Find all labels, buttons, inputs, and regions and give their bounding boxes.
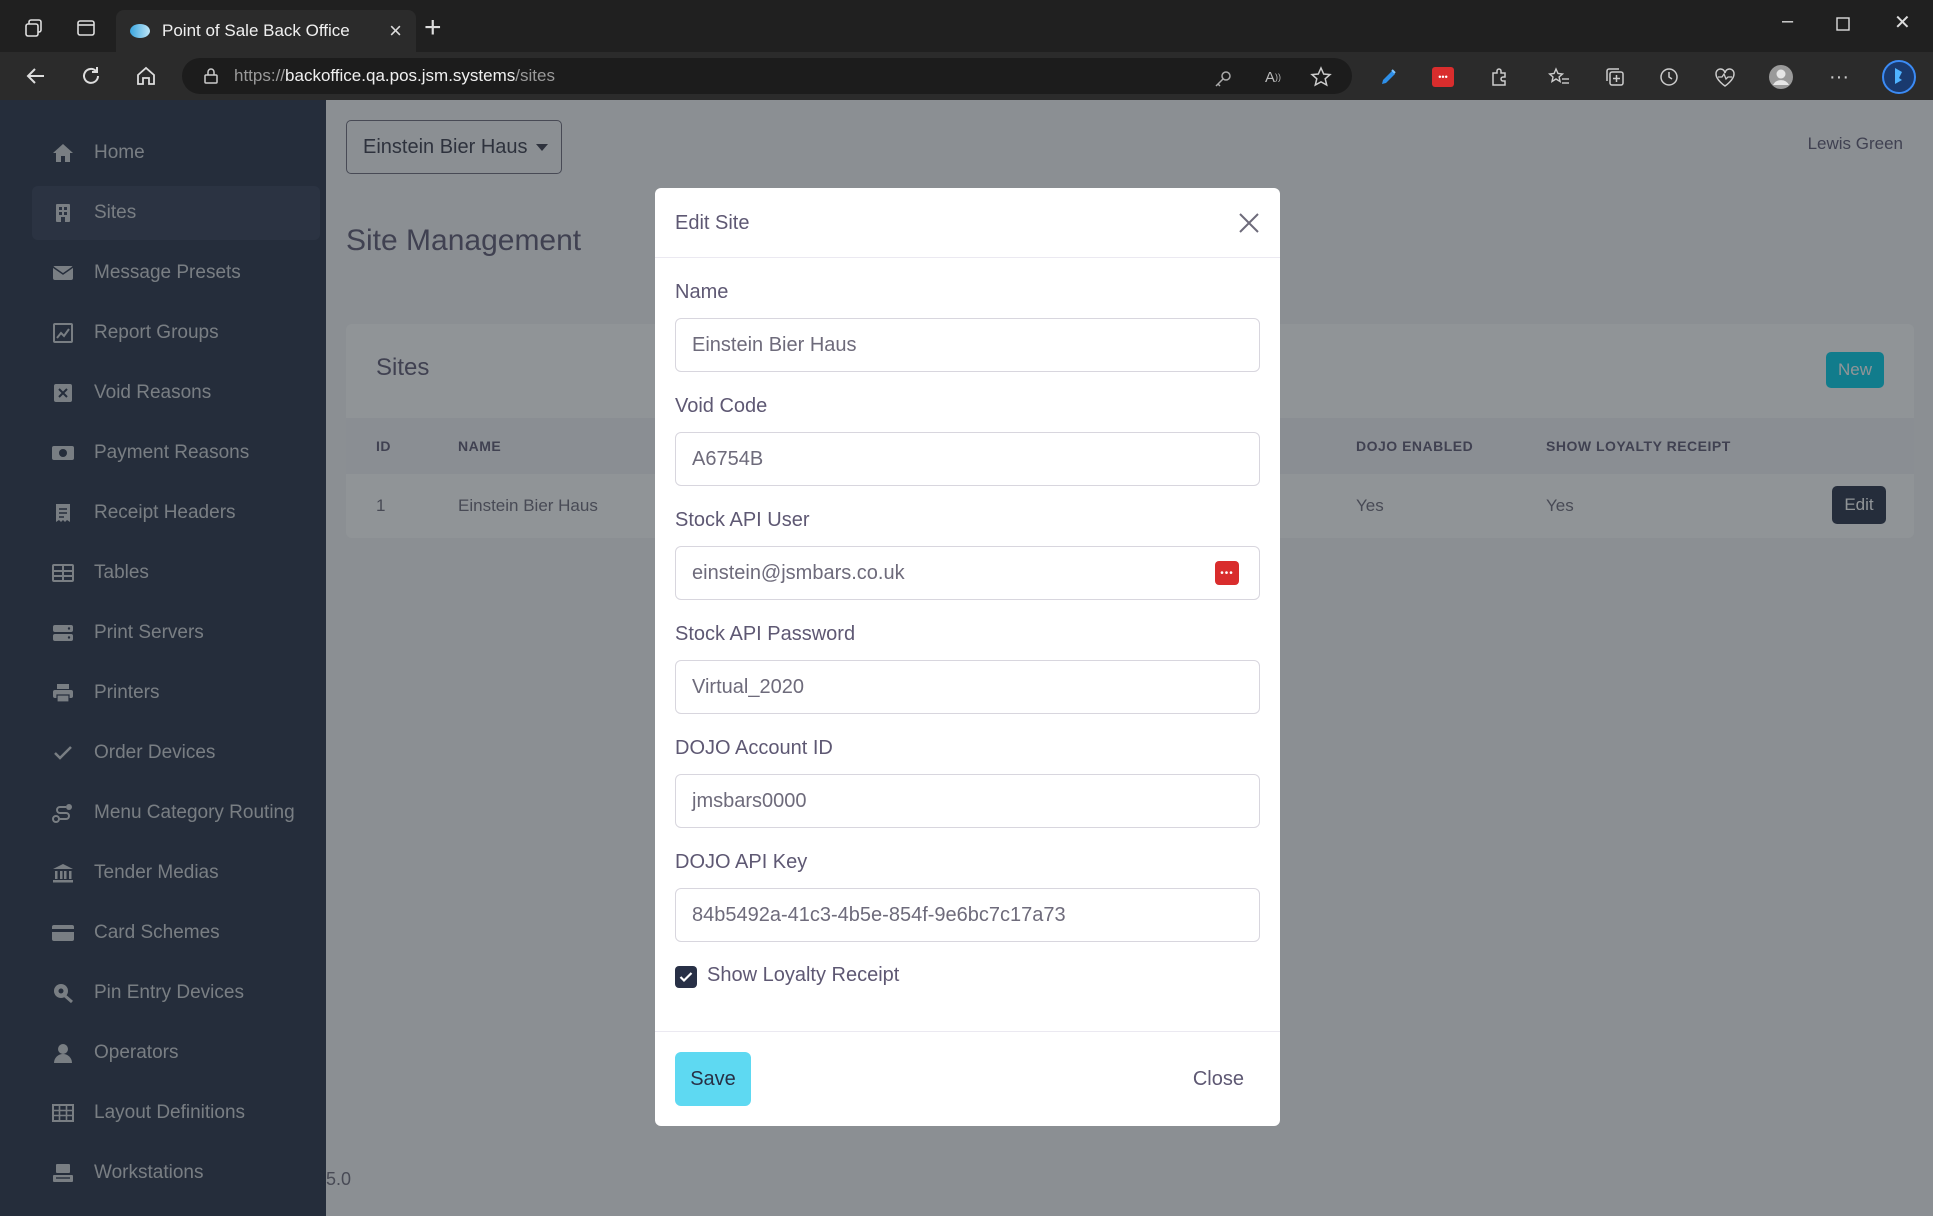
url-path: /sites (515, 66, 555, 85)
favicon-icon (130, 24, 150, 38)
close-tab-icon[interactable]: × (389, 18, 402, 44)
edit-site-modal: Edit Site Name Einstein Bier Haus Void C… (655, 188, 1280, 1126)
performance-icon[interactable] (1712, 64, 1738, 90)
url-host: backoffice.qa.pos.jsm.systems (285, 66, 516, 85)
show-loyalty-receipt-label[interactable]: Show Loyalty Receipt (707, 964, 899, 987)
password-manager-icon[interactable]: ••• (1430, 64, 1456, 90)
stock-api-user-label: Stock API User (675, 509, 810, 531)
close-icon[interactable] (1236, 210, 1262, 236)
stock-api-user-field[interactable]: einstein@jsmbars.co.uk ••• (675, 546, 1260, 600)
window-close-icon[interactable]: ✕ (1894, 10, 1911, 35)
read-aloud-icon[interactable]: A)) (1260, 64, 1286, 90)
save-button[interactable]: Save (675, 1052, 751, 1106)
dojo-api-key-label: DOJO API Key (675, 851, 808, 873)
void-code-label: Void Code (675, 395, 768, 417)
profile-avatar-icon[interactable] (1768, 64, 1794, 90)
checkmark-icon (679, 972, 693, 983)
modal-footer: Save Close (655, 1031, 1280, 1126)
home-browser-icon[interactable] (132, 62, 160, 90)
dojo-api-key-field[interactable]: 84b5492a-41c3-4b5e-854f-9e6bc7c17a73 (675, 888, 1260, 942)
url-scheme: https:// (234, 66, 286, 85)
name-field[interactable]: Einstein Bier Haus (675, 318, 1260, 372)
favorite-star-icon[interactable] (1308, 64, 1334, 90)
tab-title: Point of Sale Back Office (162, 21, 350, 40)
modal-header: Edit Site (655, 188, 1280, 258)
show-loyalty-receipt-checkbox[interactable] (675, 966, 697, 988)
refresh-icon[interactable] (77, 62, 105, 90)
minimize-icon[interactable]: – (1782, 10, 1793, 33)
browser-tab[interactable]: Point of Sale Back Office × (116, 10, 416, 52)
stock-api-password-field[interactable]: Virtual_2020 (675, 660, 1260, 714)
tab-actions-icon[interactable] (72, 14, 100, 42)
lock-icon (204, 68, 218, 84)
collections-icon[interactable] (1602, 64, 1628, 90)
void-code-field[interactable]: A6754B (675, 432, 1260, 486)
extension-pen-icon[interactable] (1376, 64, 1402, 90)
url-text: https://backoffice.qa.pos.jsm.systems/si… (234, 66, 555, 86)
page-content: Home Sites Message Presets Report Groups… (0, 100, 1933, 1216)
back-icon[interactable] (22, 62, 50, 90)
bing-copilot-icon[interactable] (1882, 60, 1916, 94)
modal-title: Edit Site (675, 212, 750, 234)
stock-api-user-value: einstein@jsmbars.co.uk (692, 561, 905, 584)
new-tab-icon[interactable]: + (424, 13, 442, 43)
maximize-icon[interactable] (1836, 14, 1850, 37)
url-bar[interactable]: https://backoffice.qa.pos.jsm.systems/si… (182, 58, 1352, 94)
more-menu-icon[interactable]: ··· (1826, 64, 1852, 90)
key-icon[interactable] (1210, 66, 1236, 92)
close-button[interactable]: Close (1193, 1068, 1244, 1091)
stock-api-password-label: Stock API Password (675, 623, 856, 645)
name-label: Name (675, 281, 729, 303)
dojo-account-id-label: DOJO Account ID (675, 737, 833, 759)
password-manager-icon[interactable]: ••• (1215, 561, 1239, 585)
extensions-icon[interactable] (1486, 64, 1512, 90)
history-icon[interactable] (1656, 64, 1682, 90)
dojo-account-id-field[interactable]: jmsbars0000 (675, 774, 1260, 828)
address-bar-row: https://backoffice.qa.pos.jsm.systems/si… (0, 52, 1933, 100)
browser-tab-bar: Point of Sale Back Office × + – ✕ (0, 0, 1933, 52)
workspaces-icon[interactable] (20, 14, 48, 42)
favorites-icon[interactable] (1546, 64, 1572, 90)
